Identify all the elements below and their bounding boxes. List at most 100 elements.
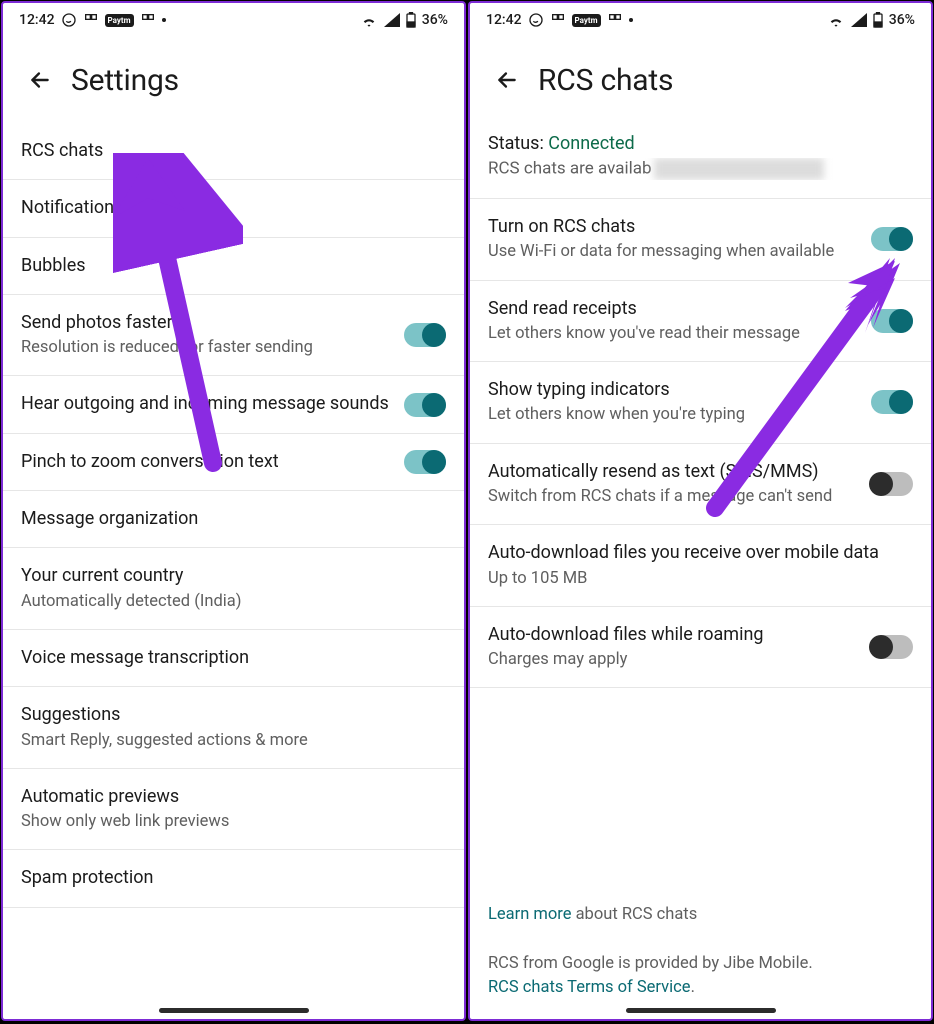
signal-icon — [384, 13, 400, 27]
row-subtitle: Smart Reply, suggested actions & more — [21, 730, 434, 752]
paytm-icon: Paytm — [105, 14, 134, 27]
whatsapp-icon — [61, 12, 77, 28]
row-title: Pinch to zoom conversation text — [21, 450, 392, 474]
provider-text: RCS from Google is provided by Jibe Mobi… — [488, 952, 913, 977]
row-title: Automatic previews — [21, 785, 434, 809]
settings-row[interactable]: Message organization — [3, 491, 464, 548]
redacted-text — [654, 158, 824, 180]
wifi-icon — [827, 13, 845, 27]
page-title: RCS chats — [538, 63, 673, 98]
more-dot-icon — [162, 18, 166, 22]
back-button[interactable] — [19, 59, 61, 101]
settings-row[interactable]: Pinch to zoom conversation text — [3, 434, 464, 491]
battery-icon — [406, 12, 416, 28]
phone-left: 12:42 Paytm 36% Settings RCS chats Notifi… — [1, 1, 466, 1021]
signal-icon — [851, 13, 867, 27]
status-time: 12:42 — [486, 12, 522, 28]
row-subtitle: Use Wi-Fi or data for messaging when ava… — [488, 241, 859, 263]
toggle-switch[interactable] — [871, 390, 913, 414]
more-dot-icon — [629, 18, 633, 22]
settings-row[interactable]: Send photos fasterResolution is reduced … — [3, 295, 464, 377]
tos-rest: . — [691, 978, 695, 997]
toggle-switch[interactable] — [404, 323, 446, 347]
toggle-switch[interactable] — [871, 309, 913, 333]
settings-row[interactable]: Suggestions Smart Reply, suggested action… — [3, 687, 464, 769]
settings-list[interactable]: RCS chats Notifications Bubbles Send photos… — [3, 123, 464, 1019]
phone-right: 12:42 Paytm 36% RCS chats Status: Connec… — [468, 1, 933, 1021]
back-arrow-icon — [27, 67, 53, 93]
row-title: Suggestions — [21, 703, 434, 727]
settings-row[interactable]: Auto-download files while roamingCharges… — [470, 607, 931, 689]
battery-percent: 36% — [422, 12, 448, 28]
settings-row[interactable]: RCS chats — [3, 123, 464, 180]
row-title: Spam protection — [21, 866, 434, 890]
nav-bar-pill[interactable] — [159, 1008, 309, 1013]
app-icon-2 — [607, 12, 623, 28]
row-title: RCS chats — [21, 139, 434, 163]
settings-row[interactable]: Turn on RCS chatsUse Wi-Fi or data for m… — [470, 199, 931, 281]
status-value: Connected — [548, 133, 634, 154]
row-title: Message organization — [21, 507, 434, 531]
status-label: Status: — [488, 133, 548, 154]
row-title: Send photos faster — [21, 311, 392, 335]
footer: Learn more about RCS chats RCS from Goog… — [470, 885, 931, 1019]
settings-row[interactable]: Auto-download files you receive over mob… — [470, 525, 931, 607]
settings-row[interactable]: Bubbles — [3, 238, 464, 295]
row-title: Hear outgoing and incoming message sound… — [21, 392, 392, 416]
toggle-switch[interactable] — [404, 450, 446, 474]
paytm-icon: Paytm — [572, 14, 601, 27]
row-title: Auto-download files while roaming — [488, 623, 859, 647]
app-icon-2 — [140, 12, 156, 28]
app-bar: RCS chats — [470, 37, 931, 123]
row-subtitle: Resolution is reduced for faster sending — [21, 337, 392, 359]
settings-row[interactable]: Spam protection — [3, 850, 464, 907]
back-arrow-icon — [494, 67, 520, 93]
settings-row[interactable]: Automatic previewsShow only web link pre… — [3, 769, 464, 851]
row-subtitle: Up to 105 MB — [488, 568, 901, 590]
row-subtitle: Switch from RCS chats if a message can't… — [488, 486, 859, 508]
nav-bar-pill[interactable] — [626, 1008, 776, 1013]
row-subtitle: Charges may apply — [488, 649, 859, 671]
toggle-switch[interactable] — [871, 472, 913, 496]
tos-link[interactable]: RCS chats Terms of Service — [488, 978, 691, 997]
app-bar: Settings — [3, 37, 464, 123]
learn-more-link[interactable]: Learn more — [488, 905, 571, 924]
toggle-switch[interactable] — [871, 635, 913, 659]
row-title: Bubbles — [21, 254, 434, 278]
battery-icon — [873, 12, 883, 28]
wifi-icon — [360, 13, 378, 27]
row-subtitle: Let others know you've read their messag… — [488, 323, 859, 345]
settings-row[interactable]: Hear outgoing and incoming message sound… — [3, 376, 464, 433]
row-title: Notifications — [21, 196, 434, 220]
settings-row[interactable]: Show typing indicatorsLet others know wh… — [470, 362, 931, 444]
rcs-status-section: Status: Connected RCS chats are availab — [470, 123, 931, 199]
row-title: Automatically resend as text (SMS/MMS) — [488, 460, 859, 484]
status-bar: 12:42 Paytm 36% — [3, 3, 464, 37]
settings-row[interactable]: Notifications — [3, 180, 464, 237]
status-bar: 12:42 Paytm 36% — [470, 3, 931, 37]
back-button[interactable] — [486, 59, 528, 101]
row-subtitle: Show only web link previews — [21, 811, 434, 833]
page-title: Settings — [71, 63, 179, 98]
row-title: Send read receipts — [488, 297, 859, 321]
whatsapp-icon — [528, 12, 544, 28]
settings-row[interactable]: Send read receiptsLet others know you've… — [470, 281, 931, 363]
row-title: Turn on RCS chats — [488, 215, 859, 239]
status-subtext: RCS chats are availab — [488, 158, 652, 178]
row-subtitle: Automatically detected (India) — [21, 591, 434, 613]
row-title: Auto-download files you receive over mob… — [488, 541, 901, 565]
toggle-switch[interactable] — [871, 227, 913, 251]
app-icon — [83, 12, 99, 28]
app-icon — [550, 12, 566, 28]
settings-row[interactable]: Voice message transcription — [3, 630, 464, 687]
battery-percent: 36% — [889, 12, 915, 28]
toggle-switch[interactable] — [404, 393, 446, 417]
row-title: Show typing indicators — [488, 378, 859, 402]
settings-row[interactable]: Your current country Automatically detect… — [3, 548, 464, 630]
learn-more-rest: about RCS chats — [571, 905, 697, 924]
status-time: 12:42 — [19, 12, 55, 28]
row-subtitle: Let others know when you're typing — [488, 404, 859, 426]
rcs-settings-list[interactable]: Turn on RCS chatsUse Wi-Fi or data for m… — [470, 199, 931, 885]
row-title: Your current country — [21, 564, 434, 588]
settings-row[interactable]: Automatically resend as text (SMS/MMS)Sw… — [470, 444, 931, 526]
